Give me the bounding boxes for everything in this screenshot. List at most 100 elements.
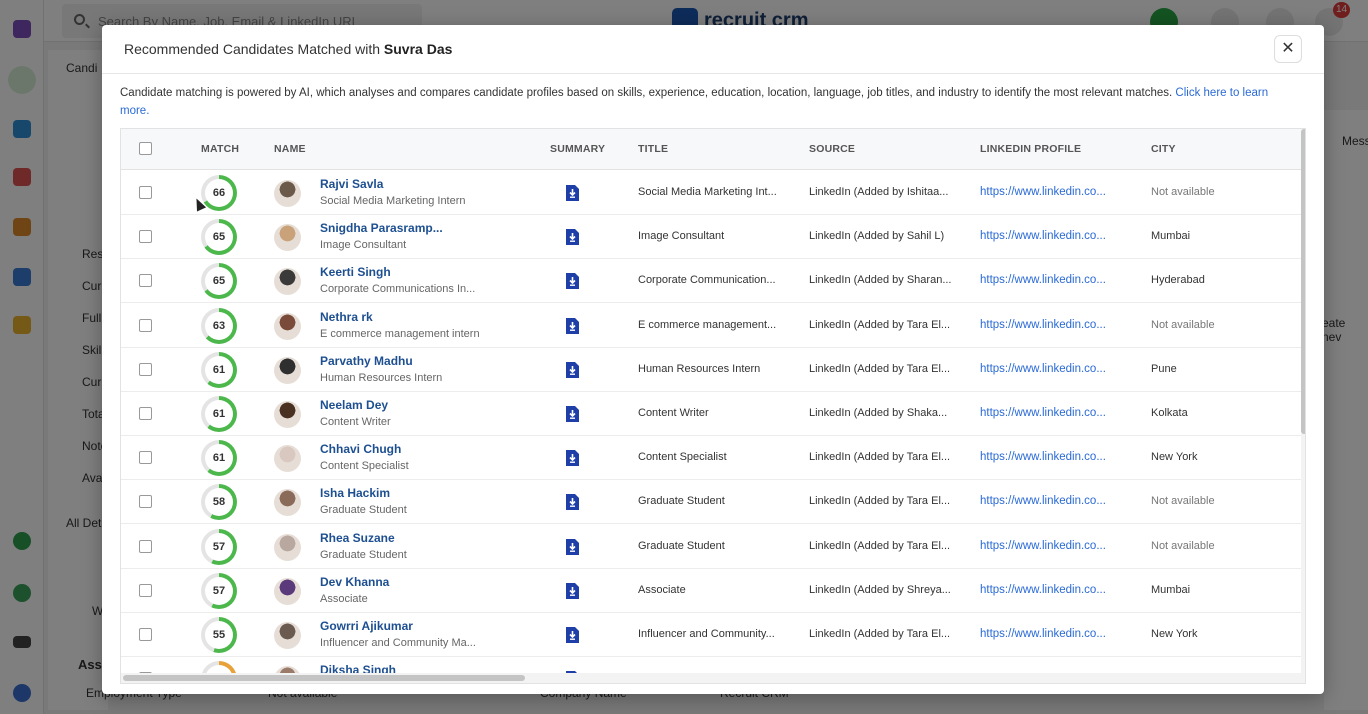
row-checkbox[interactable] [139,628,152,641]
document-download-icon[interactable] [566,450,579,466]
document-download-icon[interactable] [566,583,579,599]
document-download-icon[interactable] [566,229,579,245]
document-download-icon[interactable] [566,494,579,510]
linkedin-profile-link[interactable]: https://www.linkedin.co... [980,230,1106,242]
candidate-name-link[interactable]: Keerti Singh [320,265,391,279]
table-header: MATCH NAME SUMMARY TITLE SOURCE LINKEDIN… [121,129,1301,170]
linkedin-profile-link[interactable]: https://www.linkedin.co... [980,407,1106,419]
candidate-name-link[interactable]: Snigdha Parasramp... [320,221,443,235]
document-download-icon[interactable] [566,539,579,555]
candidate-name-link[interactable]: Rhea Suzane [320,531,395,545]
candidate-headline: Influencer and Community Ma... [320,637,476,649]
avatar[interactable] [274,313,301,340]
vertical-scrollbar[interactable] [1301,129,1305,683]
linkedin-profile-link[interactable]: https://www.linkedin.co... [980,274,1106,286]
table-row[interactable]: 61 Parvathy Madhu Human Resources Intern Hu… [121,348,1301,392]
avatar[interactable] [274,534,301,561]
row-checkbox[interactable] [139,407,152,420]
avatar[interactable] [274,622,301,649]
linkedin-profile-link[interactable]: https://www.linkedin.co... [980,319,1106,331]
match-score-ring: 66 [201,175,237,211]
candidate-name-link[interactable]: Dev Khanna [320,575,389,589]
column-header-city[interactable]: CITY [1151,143,1176,155]
modal-title: Recommended Candidates Matched with Suvr… [124,41,453,57]
avatar[interactable] [274,489,301,516]
document-download-icon[interactable] [566,318,579,334]
row-checkbox[interactable] [139,319,152,332]
row-checkbox[interactable] [139,495,152,508]
row-checkbox[interactable] [139,274,152,287]
avatar[interactable] [274,224,301,251]
close-button[interactable]: ✕ [1274,35,1302,63]
linkedin-profile-link[interactable]: https://www.linkedin.co... [980,628,1106,640]
candidate-headline: Associate [320,593,368,605]
match-score-ring: 61 [201,352,237,388]
candidate-source: LinkedIn (Added by Tara El... [809,451,951,463]
document-download-icon[interactable] [566,362,579,378]
candidate-name-link[interactable]: Nethra rk [320,310,373,324]
horizontal-scrollbar-thumb[interactable] [123,675,525,681]
candidate-name-link[interactable]: Isha Hackim [320,486,390,500]
linkedin-profile-link[interactable]: https://www.linkedin.co... [980,495,1106,507]
column-header-match[interactable]: MATCH [201,143,239,155]
row-checkbox[interactable] [139,540,152,553]
row-checkbox[interactable] [139,363,152,376]
avatar[interactable] [274,401,301,428]
match-score: 66 [205,179,233,207]
linkedin-profile-link[interactable]: https://www.linkedin.co... [980,584,1106,596]
linkedin-profile-link[interactable]: https://www.linkedin.co... [980,186,1106,198]
linkedin-profile-link[interactable]: https://www.linkedin.co... [980,363,1106,375]
table-row[interactable]: 66 Rajvi Savla Social Media Marketing Inte… [121,171,1301,215]
avatar[interactable] [274,578,301,605]
column-header-name[interactable]: NAME [274,143,306,155]
document-download-icon[interactable] [566,185,579,201]
column-header-linkedin[interactable]: LINKEDIN PROFILE [980,143,1081,155]
column-header-source[interactable]: SOURCE [809,143,855,155]
table-row[interactable]: 61 Chhavi Chugh Content Specialist Content … [121,436,1301,480]
candidate-headline: Corporate Communications In... [320,283,476,295]
match-score: 65 [205,223,233,251]
table-row[interactable]: 65 Snigdha Parasramp... Image Consultant Im… [121,215,1301,259]
avatar[interactable] [274,180,301,207]
table-row[interactable]: 61 Neelam Dey Content Writer Content Writer… [121,392,1301,436]
document-download-icon[interactable] [566,273,579,289]
candidate-name-link[interactable]: Gowrri Ajikumar [320,619,413,633]
candidate-name-link[interactable]: Neelam Dey [320,398,388,412]
table-row[interactable]: 55 Gowrri Ajikumar Influencer and Communit… [121,613,1301,657]
row-checkbox[interactable] [139,451,152,464]
candidate-title: Social Media Marketing Int... [638,186,777,198]
candidate-name-link[interactable]: Rajvi Savla [320,177,383,191]
candidate-name-link[interactable]: Parvathy Madhu [320,354,413,368]
candidate-source: LinkedIn (Added by Sharan... [809,274,952,286]
avatar[interactable] [274,357,301,384]
row-checkbox[interactable] [139,186,152,199]
avatar[interactable] [274,268,301,295]
document-download-icon[interactable] [566,406,579,422]
table-row[interactable]: 65 Keerti Singh Corporate Communications I… [121,259,1301,303]
table-row[interactable]: 58 Isha Hackim Graduate Student Graduate St… [121,480,1301,524]
document-download-icon[interactable] [566,627,579,643]
linkedin-profile-link[interactable]: https://www.linkedin.co... [980,540,1106,552]
table-row[interactable]: 57 Rhea Suzane Graduate Student Graduate St… [121,525,1301,569]
job-candidate-name: Suvra Das [383,41,453,57]
match-score: 57 [205,577,233,605]
table-row[interactable]: 63 Nethra rk E commerce management intern E… [121,304,1301,348]
candidate-title: Influencer and Community... [638,628,775,640]
avatar[interactable] [274,445,301,472]
column-header-title[interactable]: TITLE [638,143,668,155]
candidate-city: Mumbai [1151,230,1191,242]
match-score: 65 [205,267,233,295]
match-score-ring: 61 [201,440,237,476]
table-row[interactable]: 57 Dev Khanna Associate Associate LinkedIn (… [121,569,1301,613]
horizontal-scrollbar[interactable] [121,673,1301,683]
row-checkbox[interactable] [139,584,152,597]
candidate-title: Human Resources Intern [638,363,761,375]
linkedin-profile-link[interactable]: https://www.linkedin.co... [980,451,1106,463]
column-header-summary[interactable]: SUMMARY [550,143,605,155]
candidate-city: Mumbai [1151,584,1191,596]
row-checkbox[interactable] [139,230,152,243]
candidate-source: LinkedIn (Added by Tara El... [809,628,951,640]
select-all-checkbox[interactable] [139,142,152,155]
candidate-name-link[interactable]: Chhavi Chugh [320,442,401,456]
vertical-scrollbar-thumb[interactable] [1301,129,1305,434]
